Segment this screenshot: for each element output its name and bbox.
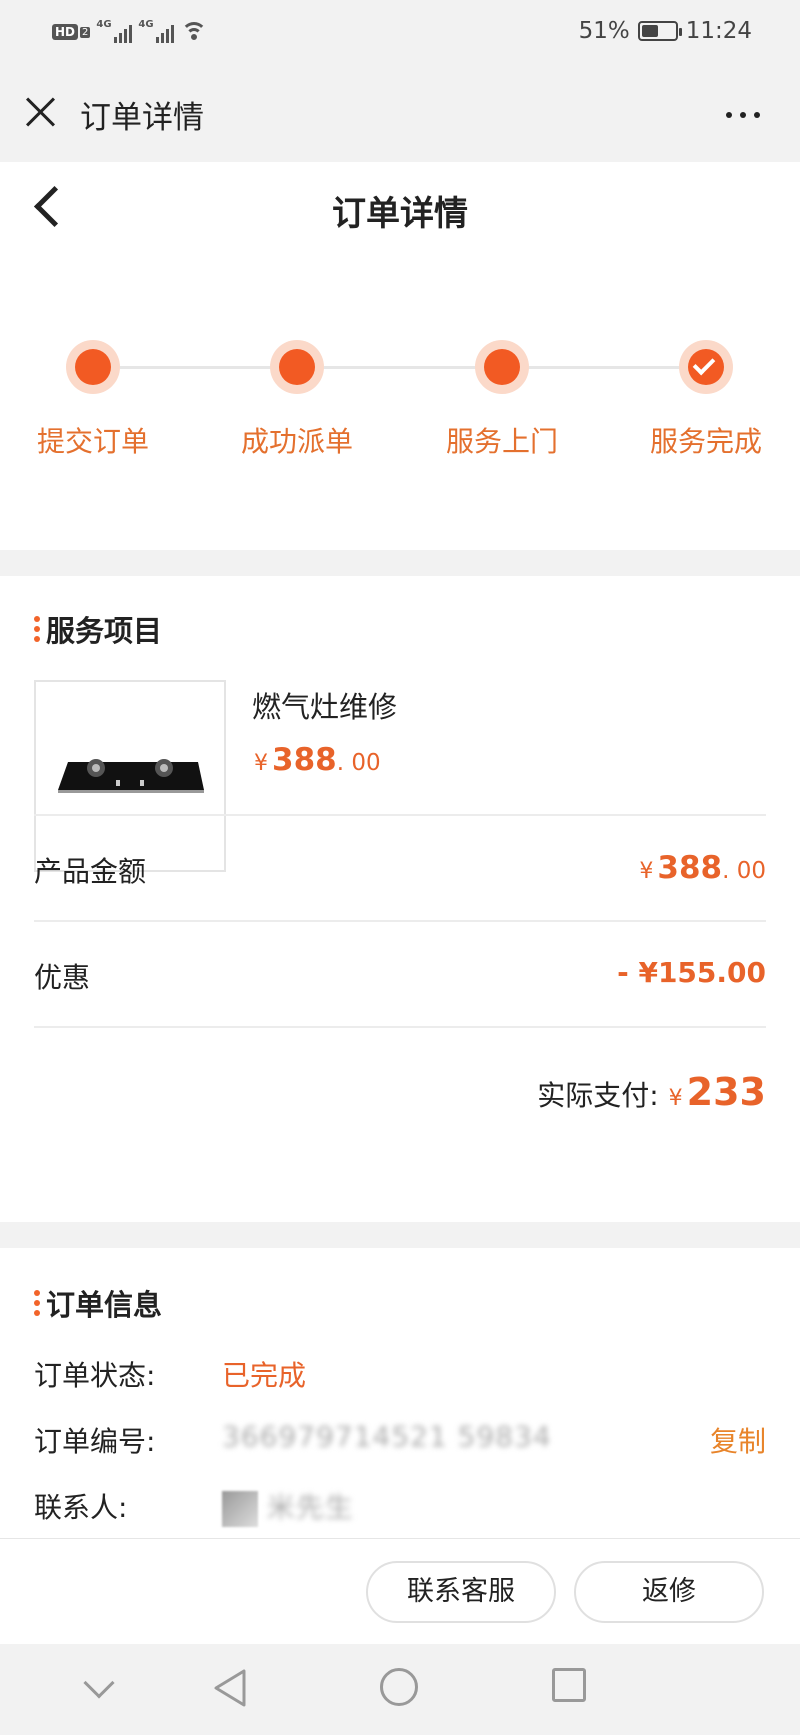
clock: 11:24 bbox=[685, 18, 752, 44]
webview-title: 订单详情 bbox=[80, 100, 204, 136]
more-icon[interactable] bbox=[726, 112, 760, 118]
step-dot-icon bbox=[475, 340, 529, 394]
system-nav-bar bbox=[0, 1644, 800, 1735]
repair-again-button[interactable]: 返修 bbox=[574, 1561, 764, 1623]
product-name: 燃气灶维修 bbox=[252, 690, 398, 724]
contact-avatar bbox=[222, 1491, 258, 1527]
product-amount-value: ¥388. 00 bbox=[639, 850, 766, 886]
step-dispatched: 成功派单 bbox=[217, 340, 377, 460]
section-marker-icon bbox=[34, 1290, 40, 1316]
step-label: 成功派单 bbox=[240, 425, 353, 458]
cell-signal-icon: 4G bbox=[96, 19, 133, 43]
order-number-label: 订单编号: bbox=[34, 1425, 156, 1458]
divider bbox=[34, 1026, 766, 1028]
close-icon[interactable] bbox=[24, 96, 56, 128]
step-dot-icon bbox=[270, 340, 324, 394]
discount-value: - ¥155.00 bbox=[617, 956, 766, 989]
cell-signal-icon-2: 4G bbox=[138, 19, 175, 43]
product-amount-row: 产品金额 ¥388. 00 bbox=[34, 814, 766, 920]
step-on-site: 服务上门 bbox=[422, 340, 582, 460]
chevron-down-icon[interactable] bbox=[83, 1667, 115, 1699]
check-circle-icon bbox=[679, 340, 733, 394]
wifi-icon bbox=[180, 20, 208, 44]
contact-service-button[interactable]: 联系客服 bbox=[366, 1561, 556, 1623]
product-price: ¥388. 00 bbox=[254, 742, 381, 778]
actual-payment-value: ¥233 bbox=[668, 1070, 766, 1114]
section-title-service: 服务项目 bbox=[34, 608, 162, 650]
step-label: 服务完成 bbox=[649, 425, 762, 458]
nav-home-icon[interactable] bbox=[380, 1668, 418, 1706]
hd-sub-badge: 2 bbox=[80, 26, 91, 38]
discount-label: 优惠 bbox=[34, 961, 91, 994]
order-number-value: 366979714521 59834 bbox=[222, 1420, 552, 1453]
contact-value: 米先生 bbox=[222, 1486, 354, 1527]
order-status-row: 订单状态: 已完成 bbox=[34, 1354, 766, 1404]
copy-button[interactable]: 复制 bbox=[710, 1420, 766, 1460]
battery-icon bbox=[637, 21, 682, 41]
hd-icon: HD bbox=[52, 24, 79, 40]
service-items-card: 服务项目 燃气灶维修 ¥388. 00 产品金额 ¥388. 00 优惠 - ¥… bbox=[0, 576, 800, 1222]
step-submit-order: 提交订单 bbox=[13, 340, 173, 460]
step-dot-icon bbox=[66, 340, 120, 394]
order-info-card: 订单信息 订单状态: 已完成 订单编号: 366979714521 59834 … bbox=[0, 1248, 800, 1538]
gas-stove-image bbox=[58, 759, 204, 793]
section-title-order-info: 订单信息 bbox=[34, 1282, 162, 1324]
step-completed: 服务完成 bbox=[626, 340, 786, 460]
section-marker-icon bbox=[34, 616, 40, 642]
webview-header: 订单详情 bbox=[0, 66, 800, 162]
nav-recents-icon[interactable] bbox=[552, 1668, 586, 1702]
contact-label: 联系人: bbox=[34, 1491, 128, 1524]
step-label: 服务上门 bbox=[445, 425, 558, 458]
status-bar: HD 2 4G 4G 51% 11:24 bbox=[0, 0, 800, 66]
actual-payment-label: 实际支付: bbox=[537, 1079, 659, 1112]
actual-payment-row: 实际支付: ¥233 bbox=[537, 1070, 766, 1114]
battery-percent: 51% bbox=[578, 18, 630, 44]
product-amount-label: 产品金额 bbox=[34, 855, 147, 888]
discount-row: 优惠 - ¥155.00 bbox=[34, 920, 766, 1026]
step-label: 提交订单 bbox=[36, 425, 149, 458]
bottom-action-bar: 联系客服 返修 bbox=[0, 1538, 800, 1644]
page-title: 订单详情 bbox=[332, 194, 468, 234]
progress-line bbox=[120, 366, 680, 369]
order-number-row: 订单编号: 366979714521 59834 复制 bbox=[34, 1420, 766, 1470]
contact-row: 联系人: 米先生 bbox=[34, 1486, 766, 1536]
order-progress-card: 订单详情 提交订单 成功派单 服务上门 服务完成 bbox=[0, 162, 800, 550]
nav-back-icon[interactable] bbox=[212, 1668, 248, 1708]
order-progress-steps: 提交订单 成功派单 服务上门 服务完成 bbox=[0, 340, 800, 480]
order-status-value: 已完成 bbox=[222, 1359, 307, 1392]
order-status-label: 订单状态: bbox=[34, 1359, 156, 1392]
